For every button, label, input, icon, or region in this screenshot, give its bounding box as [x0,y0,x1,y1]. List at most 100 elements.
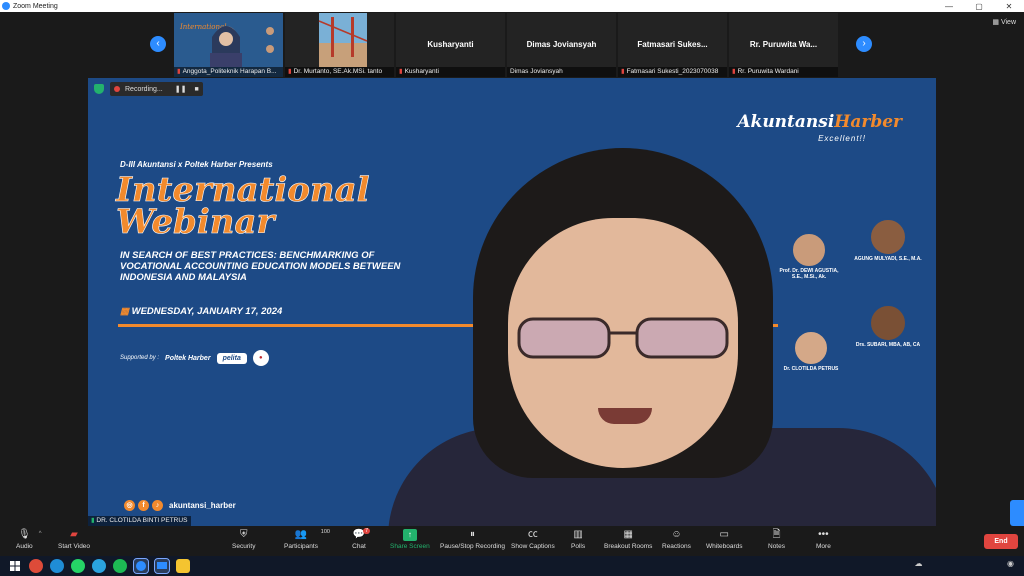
whiteboards-button[interactable]: ▭ Whiteboards [706,529,743,550]
speaker-photo [869,304,907,342]
participants-label: Participants [284,543,318,550]
presenter-mouth [598,408,652,424]
title-bar: Zoom Meeting — ▢ ✕ [0,0,1024,12]
pause-stop-recording-button[interactable]: ⏸ Pause/Stop Recording [440,529,505,550]
participant-name: ▮ Fatmasari Sukesti_2023070038 [618,67,727,77]
speaker-card: Dr. CLOTILDA PETRUS [776,330,846,372]
view-button[interactable]: ▦ View [992,18,1016,26]
breakout-label: Breakout Rooms [604,543,653,550]
polls-label: Polls [571,543,586,550]
active-speaker-video: Recording... ❚❚ ■ AkuntansiHarber Excell… [88,78,936,526]
participants-icon: 👥 [294,529,308,540]
security-button[interactable]: ⛨ Security [232,529,255,550]
chevron-up-icon[interactable]: ^ [39,531,42,537]
partner-seal-icon: ● [252,350,269,366]
reactions-icon: ☺ [671,529,682,540]
participant-name: ▮ Kusharyanti [396,67,505,77]
captions-label: Show Captions [511,543,555,550]
supported-by-label: Supported by : [120,355,160,361]
telegram-icon[interactable] [92,559,106,573]
edge-icon[interactable] [50,559,64,573]
participants-button[interactable]: 👥 Participants 100 [284,529,330,550]
participant-name: ▮ Rr. Puruwita Wardani [729,67,838,77]
slide-date: ▦ WEDNESDAY, JANUARY 17, 2024 [120,306,283,317]
notes-icon: 🗎 [772,529,781,540]
whiteboard-icon: ▭ [719,529,729,540]
file-explorer-icon[interactable] [176,559,190,573]
share-screen-label: Share Screen [390,543,430,550]
maximize-button[interactable]: ▢ [964,2,994,11]
side-panel-toggle-icon[interactable] [1010,500,1024,526]
gallery-strip: International ▮ Anggota_Politeknik Harapa… [150,12,880,78]
polls-button[interactable]: ▥ Polls [571,529,585,550]
active-speaker-name: ▮ DR. CLOTILDA BINTI PETRUS [88,516,192,526]
windows-start-icon[interactable] [8,559,22,573]
security-label: Security [232,543,256,550]
facebook-icon: f [138,500,149,511]
presenter-glasses [517,317,729,359]
close-button[interactable]: ✕ [994,2,1024,11]
audio-label: Audio [16,543,33,550]
recording-dot-icon [114,86,120,92]
start-video-button[interactable]: ▰ Start Video [58,529,90,550]
spotify-icon[interactable] [113,559,127,573]
chat-button[interactable]: 💬 Chat 7 [352,528,370,550]
chrome-icon[interactable] [29,559,43,573]
more-button[interactable]: ••• More [816,529,831,550]
recording-button-label: Pause/Stop Recording [440,543,506,550]
participant-display-name: Dimas Joviansyah [526,40,597,49]
social-handle: ◎ f ♪ akuntansi_harber [124,500,236,511]
participant-display-name: Kusharyanti [427,40,474,49]
breakout-rooms-icon: ▦ [623,529,633,540]
participant-tile[interactable]: ▮ Dr. Murtanto, SE.Ak.MSi. tanto [285,13,394,77]
social-handle-text: akuntansi_harber [169,501,236,510]
breakout-rooms-button[interactable]: ▦ Breakout Rooms [604,529,652,550]
speaker-name: Prof. Dr. DEWI AGUSTIA, S.E., M.Si., Ak. [779,268,839,280]
reactions-button[interactable]: ☺ Reactions [662,529,691,550]
audio-button[interactable]: 🎙 Audio ^ [16,529,42,550]
minimize-button[interactable]: — [934,2,964,11]
participant-name: ▮ Dr. Murtanto, SE.Ak.MSi. tanto [285,67,394,77]
recording-label: Recording... [125,85,163,93]
whatsapp-icon[interactable] [71,559,85,573]
participant-tile[interactable]: Kusharyanti ▮ Kusharyanti [396,13,505,77]
speaker-name: Drs. SUBARI, MBA, AB, CA [855,342,921,348]
participant-tile[interactable]: Rr. Puruwita Wa... ▮ Rr. Puruwita Wardani [729,13,838,77]
speaker-card: AGUNG MULYADI, S.E., M.A. [848,218,928,262]
participant-tile[interactable]: Dimas Joviansyah Dimas Joviansyah [507,13,616,77]
captions-icon: ㏄ [527,529,538,540]
share-screen-button[interactable]: ↑ Share Screen [390,529,430,550]
participant-tile[interactable]: Fatmasari Sukes... ▮ Fatmasari Sukesti_20… [618,13,727,77]
calendar-icon: ▦ [120,306,132,317]
notes-button[interactable]: 🗎 Notes [768,529,785,550]
speaker-photo [793,330,829,366]
speaker-photo [791,232,827,268]
recording-indicator: Recording... ❚❚ ■ [110,82,203,96]
shield-icon: ⛨ [239,529,248,540]
speaker-photo [869,218,907,256]
speaker-name: AGUNG MULYADI, S.E., M.A. [854,256,922,262]
reactions-label: Reactions [662,543,691,550]
participant-tile[interactable]: International ▮ Anggota_Politeknik Harapa… [174,13,283,77]
zoom-window: Zoom Meeting — ▢ ✕ ‹ › ▦ View Internatio… [0,0,1024,576]
pause-stop-icon: ⏸ [470,529,476,540]
stop-recording-icon[interactable]: ■ [194,86,198,93]
zoom-taskbar-icon[interactable] [133,558,149,574]
pelita-logo: pelita [216,352,247,364]
polls-icon: ▥ [573,529,583,540]
slide-subtitle: IN SEARCH OF BEST PRACTICES: BENCHMARKIN… [120,250,401,283]
meeting-stage: ‹ › ▦ View International ▮ Anggota_Polite… [0,12,1024,526]
show-captions-button[interactable]: ㏄ Show Captions [511,529,555,550]
pause-recording-icon[interactable]: ❚❚ [175,85,187,93]
brand-tagline: Excellent!! [818,134,866,143]
mic-icon: 🎙 [17,529,31,540]
zoom-meeting-taskbar-icon[interactable] [154,558,170,574]
whiteboards-label: Whiteboards [706,543,743,550]
participants-count: 100 [320,529,330,535]
security-shield-icon [94,84,104,94]
start-video-label: Start Video [58,543,91,550]
chat-label: Chat [352,543,366,550]
speaker-name: Dr. CLOTILDA PETRUS [783,366,839,372]
mic-muted-icon: ▮ [177,68,181,75]
end-meeting-button[interactable]: End [984,534,1018,549]
